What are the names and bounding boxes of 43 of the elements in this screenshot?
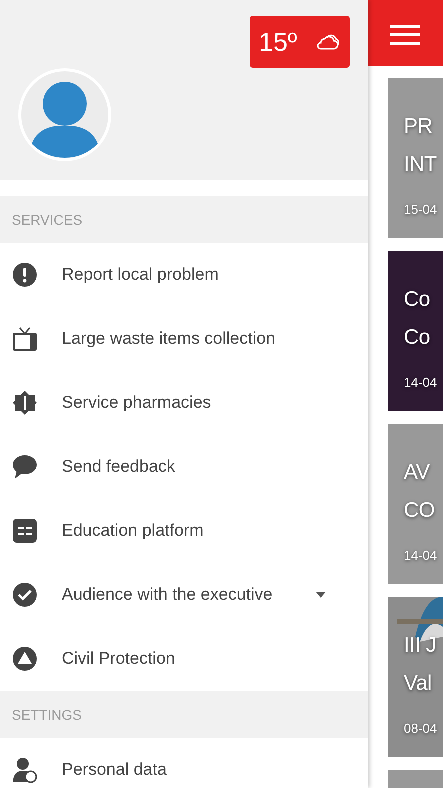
- news-date: 15-04: [404, 202, 438, 217]
- menu-item-label: Large waste items collection: [62, 329, 277, 349]
- news-title: Co: [404, 325, 432, 351]
- menu-icon[interactable]: [390, 25, 420, 45]
- menu-item[interactable]: Personal data: [0, 738, 368, 788]
- news-title: PR: [404, 114, 434, 140]
- news-title: AV: [404, 460, 431, 486]
- person-icon: [12, 757, 38, 783]
- news-title: III J: [404, 633, 438, 659]
- section-title: SETTINGS: [12, 706, 82, 722]
- menu-item[interactable]: Education platform: [0, 499, 368, 563]
- menu-item[interactable]: Audience with the executive: [0, 563, 368, 627]
- news-date: 08-04: [404, 721, 438, 736]
- menu-item-label: Send feedback: [62, 457, 176, 477]
- menu-item[interactable]: Report local problem: [0, 243, 368, 307]
- menu-item[interactable]: Send feedback: [0, 435, 368, 499]
- news-card[interactable]: Co Co 14-04: [388, 251, 443, 411]
- alert-icon: [12, 262, 38, 288]
- news-title: INT: [404, 152, 438, 178]
- menu-item-label: Civil Protection: [62, 649, 176, 669]
- news-date: 14-04: [404, 375, 438, 390]
- menu-item[interactable]: Service pharmacies: [0, 371, 368, 435]
- chat-icon: [12, 454, 38, 480]
- badge-icon: [12, 390, 38, 416]
- tv-icon: [12, 326, 38, 352]
- check-icon: [12, 582, 38, 608]
- news-title: Co: [404, 287, 432, 313]
- menu-item-label: Report local problem: [62, 265, 220, 285]
- menu-item-label: Personal data: [62, 760, 168, 780]
- news-title: CO: [404, 498, 436, 524]
- weather-badge[interactable]: 15º: [250, 16, 350, 68]
- temperature: 15º: [259, 26, 298, 58]
- menu-item-label: Audience with the executive: [62, 585, 274, 605]
- menu-item[interactable]: Large waste items collection: [0, 307, 368, 371]
- square-icon: [12, 518, 38, 544]
- menu-item[interactable]: Civil Protection: [0, 627, 368, 691]
- section-title: SERVICES: [12, 212, 83, 228]
- cloud-icon: [315, 32, 341, 52]
- menu-item-label: Education platform: [62, 521, 205, 541]
- news-date: 14-04: [404, 548, 438, 563]
- menu-item-label: Service pharmacies: [62, 393, 212, 413]
- news-title: Val: [404, 671, 433, 697]
- avatar-icon[interactable]: [18, 68, 112, 162]
